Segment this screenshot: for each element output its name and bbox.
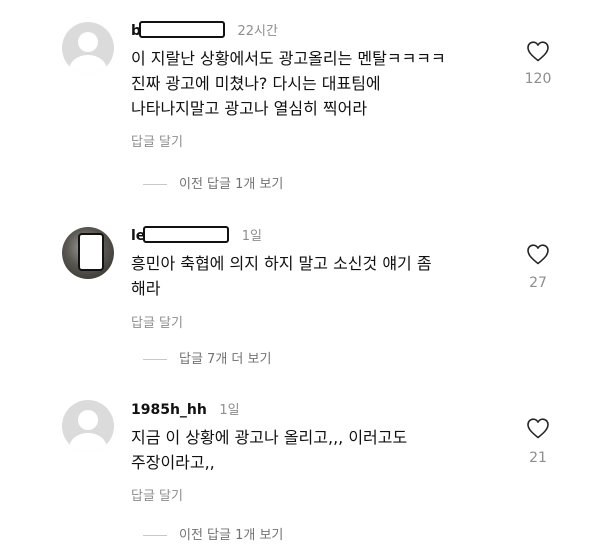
view-replies-label: 이전 답글 1개 보기 (179, 528, 284, 543)
view-replies-label: 답글 7개 더 보기 (179, 352, 272, 367)
timestamp: 1일 (241, 229, 262, 244)
view-more-replies-button[interactable]: 답글 7개 더 보기 (143, 348, 272, 367)
default-avatar-icon[interactable] (62, 400, 114, 452)
divider-line (143, 359, 167, 360)
avatar-head-shape (78, 32, 98, 52)
avatar-shoulders-shape (69, 55, 107, 74)
comment-text-line: 흥민아 축협에 의지 하지 말고 소신것 얘기 좀 (131, 254, 432, 273)
comment-text-line: 나타나지말고 광고나 열심히 찍어라 (131, 99, 368, 118)
reply-button[interactable]: 답글 달기 (131, 312, 183, 331)
comment-text: 이 지랄난 상황에서도 광고올리는 멘탈ㅋㅋㅋㅋ 진짜 광고에 미쳤나? 다시는… (131, 46, 511, 121)
like-count: 27 (529, 275, 547, 291)
view-previous-replies-button[interactable]: 이전 답글 1개 보기 (143, 173, 284, 192)
avatar-head-shape (78, 410, 98, 430)
face-redaction (78, 233, 104, 271)
timestamp: 22시간 (237, 24, 278, 39)
comment-text: 흥민아 축협에 의지 하지 말고 소신것 얘기 좀 해라 (131, 251, 511, 301)
comment-text: 지금 이 상황에 광고나 올리고,,, 이러고도 주장이라고,, (131, 425, 511, 475)
view-replies-label: 이전 답글 1개 보기 (179, 177, 284, 192)
divider-line (143, 184, 167, 185)
comment-text-line: 이 지랄난 상황에서도 광고올리는 멘탈ㅋㅋㅋㅋ (131, 49, 446, 68)
username-redaction (139, 21, 226, 38)
default-avatar-icon[interactable] (62, 22, 114, 74)
profile-photo-icon[interactable] (62, 227, 114, 279)
username-redaction (143, 226, 230, 243)
reply-button[interactable]: 답글 달기 (131, 485, 183, 504)
heart-outline-icon[interactable] (526, 40, 550, 62)
heart-outline-icon[interactable] (526, 243, 550, 265)
username[interactable]: 1985h_hh (131, 402, 207, 418)
avatar-shoulders-shape (69, 433, 107, 452)
heart-outline-icon[interactable] (526, 417, 550, 439)
comment-text-line: 해라 (131, 279, 161, 298)
divider-line (143, 535, 167, 536)
comment-text-line: 주장이라고,, (131, 453, 215, 472)
comment-text-line: 지금 이 상황에 광고나 올리고,,, 이러고도 (131, 428, 408, 447)
comment-meta: le 1일 (131, 225, 262, 245)
view-previous-replies-button[interactable]: 이전 답글 1개 보기 (143, 524, 284, 543)
like-count: 120 (524, 71, 552, 87)
timestamp: 1일 (219, 403, 240, 418)
comment-meta: 1985h_hh 1일 (131, 399, 240, 419)
comment-meta: b 22시간 (131, 20, 278, 40)
comment-text-line: 진짜 광고에 미쳤나? 다시는 대표팀에 (131, 74, 381, 93)
like-count: 21 (529, 450, 547, 466)
reply-button[interactable]: 답글 달기 (131, 131, 183, 150)
